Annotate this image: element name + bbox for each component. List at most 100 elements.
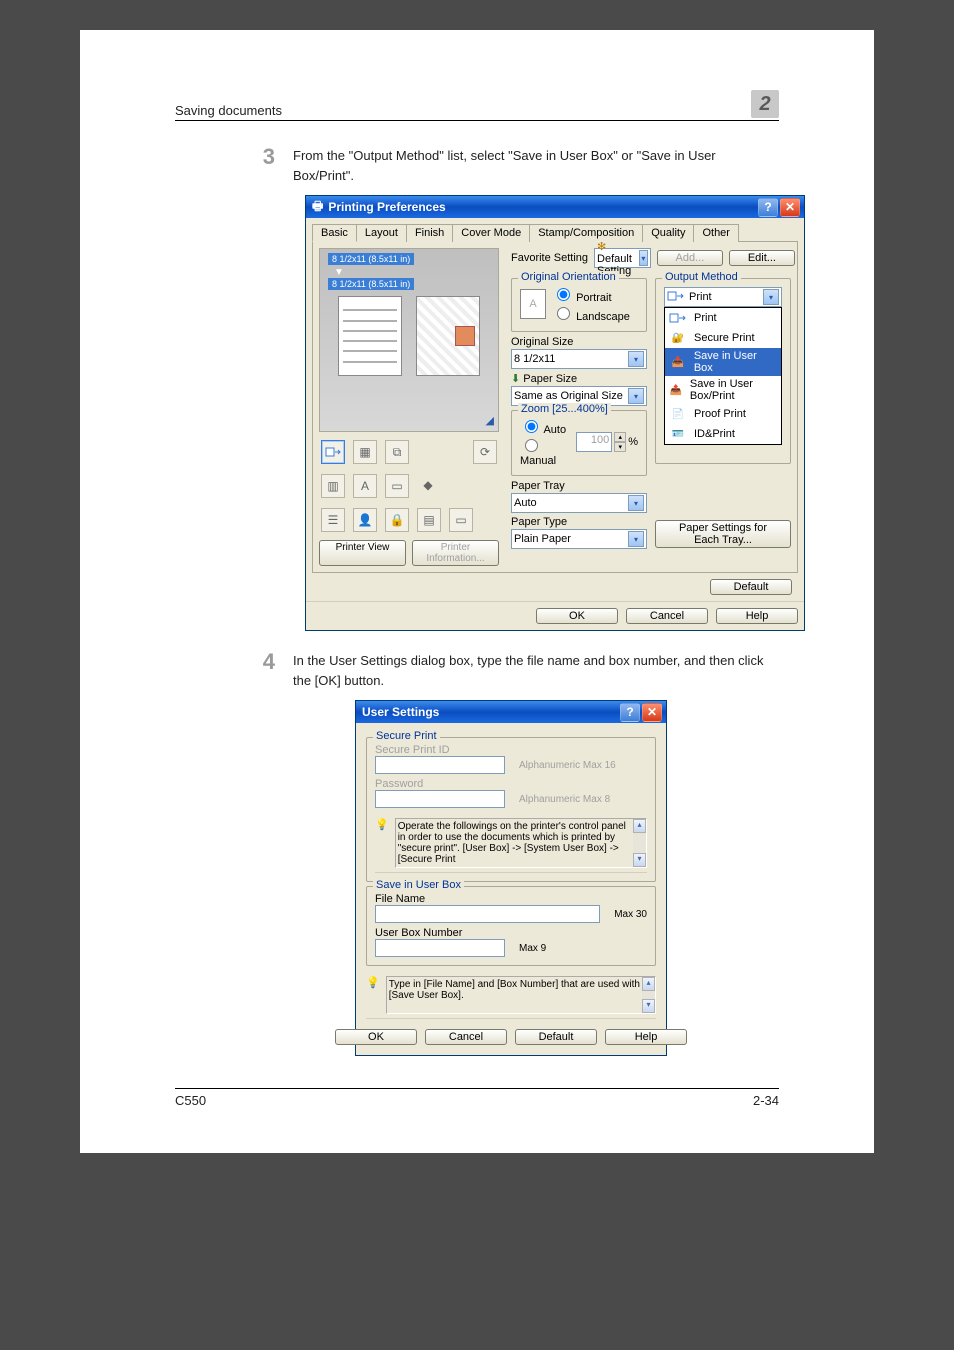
dialog-titlebar[interactable]: 🖶 Printing Preferences ? ✕	[306, 196, 804, 218]
orientation-icon: A	[520, 289, 546, 319]
chevron-down-icon[interactable]: ▾	[763, 289, 779, 305]
original-size-label: Original Size	[511, 336, 647, 348]
zoom-auto-radio[interactable]: Auto	[520, 424, 566, 436]
close-icon[interactable]: ✕	[780, 198, 800, 217]
favorite-setting-label: Favorite Setting	[511, 252, 588, 264]
chevron-down-icon[interactable]: ▾	[639, 250, 648, 266]
chevron-down-icon[interactable]: ▾	[628, 531, 644, 547]
star-icon: ✻	[597, 241, 606, 253]
preview-page-front	[338, 296, 402, 376]
scroll-down-icon[interactable]: ▾	[642, 999, 655, 1013]
scroll-up-icon[interactable]: ▴	[642, 977, 655, 991]
duplex-icon[interactable]: ⧉	[385, 440, 409, 464]
chevron-down-icon[interactable]: ▾	[628, 388, 644, 404]
paper-type-select[interactable]: Plain Paper ▾	[511, 529, 647, 549]
paper-tray-label: Paper Tray	[511, 480, 647, 492]
cancel-button[interactable]: Cancel	[425, 1029, 507, 1045]
output-method-option-id-print[interactable]: 🪪 ID&Print	[665, 424, 781, 444]
printer-view-button[interactable]: Printer View	[319, 540, 406, 566]
document-page: Saving documents 2 3 From the "Output Me…	[80, 30, 874, 1153]
blank-page-icon[interactable]: ▭	[449, 508, 473, 532]
default-button[interactable]: Default	[710, 579, 792, 595]
help-button[interactable]: Help	[605, 1029, 687, 1045]
spin-up-icon: ▴	[614, 432, 626, 442]
output-method-option-secure-print[interactable]: 🔐 Secure Print	[665, 328, 781, 348]
help-icon[interactable]: ?	[620, 703, 640, 722]
help-button[interactable]: Help	[716, 608, 798, 624]
tab-quality[interactable]: Quality	[642, 224, 694, 242]
footer-model: C550	[175, 1093, 206, 1108]
tab-cover-mode[interactable]: Cover Mode	[452, 224, 530, 242]
favorite-edit-button[interactable]: Edit...	[729, 250, 795, 266]
zoom-manual-radio[interactable]: Manual	[520, 443, 556, 467]
cancel-button[interactable]: Cancel	[626, 608, 708, 624]
tab-other[interactable]: Other	[693, 224, 739, 242]
zoom-value-input: 100	[576, 432, 612, 452]
n-up-icon[interactable]: ▦	[353, 440, 377, 464]
step-text: From the "Output Method" list, select "S…	[293, 146, 779, 185]
preview-expand-icon[interactable]: ◢	[486, 414, 494, 427]
tab-stamp-composition[interactable]: Stamp/Composition	[529, 224, 643, 242]
paper-tray-select[interactable]: Auto ▾	[511, 493, 647, 513]
output-method-option-print[interactable]: Print	[665, 308, 781, 328]
save-box-print-icon: 📤	[668, 382, 684, 398]
help-icon[interactable]: ?	[758, 198, 778, 217]
user-box-number-input[interactable]	[375, 939, 505, 957]
scrollbar[interactable]: ▴ ▾	[642, 977, 655, 1013]
original-size-select[interactable]: 8 1/2x11 ▾	[511, 349, 647, 369]
ok-button[interactable]: OK	[536, 608, 618, 624]
step-number: 4	[255, 651, 275, 690]
portrait-radio[interactable]: Portrait	[552, 292, 612, 304]
user-settings-dialog: User Settings ? ✕ Secure Print Secure Pr…	[355, 700, 667, 1056]
calendar-icon	[455, 326, 475, 346]
chevron-down-icon[interactable]: ▾	[628, 351, 644, 367]
book-icon[interactable]: ▥	[321, 474, 345, 498]
ok-button[interactable]: OK	[335, 1029, 417, 1045]
favorite-setting-select[interactable]: ✻ Default Setting ▾	[594, 248, 651, 268]
close-icon[interactable]: ✕	[642, 703, 662, 722]
chevron-down-icon[interactable]: ▾	[628, 495, 644, 511]
printing-preferences-dialog: 🖶 Printing Preferences ? ✕ Basic Layout …	[305, 195, 805, 631]
output-method-select[interactable]: Print ▾ Print 🔐	[664, 287, 782, 307]
scroll-down-icon[interactable]: ▾	[633, 853, 646, 867]
output-method-option-save-in-user-box[interactable]: 📥 Save in User Box	[665, 348, 781, 376]
secure-print-id-label: Secure Print ID	[375, 744, 450, 756]
letter-icon[interactable]: A	[353, 474, 377, 498]
step-text: In the User Settings dialog box, type th…	[293, 651, 779, 690]
color-icon[interactable]: ◆	[417, 474, 439, 496]
print-icon	[667, 289, 685, 306]
tab-bar: Basic Layout Finish Cover Mode Stamp/Com…	[312, 224, 798, 242]
person-icon[interactable]: 👤	[353, 508, 377, 532]
step-number: 3	[255, 146, 275, 185]
file-name-input[interactable]	[375, 905, 600, 923]
scroll-up-icon[interactable]: ▴	[633, 819, 646, 833]
rotate-icon[interactable]: ⟳	[473, 440, 497, 464]
output-icon[interactable]	[321, 440, 345, 464]
user-box-hint: Type in [File Name] and [Box Number] tha…	[386, 976, 656, 1014]
paper-settings-each-tray-button[interactable]: Paper Settings for Each Tray...	[655, 520, 791, 548]
default-button[interactable]: Default	[515, 1029, 597, 1045]
tab-finish[interactable]: Finish	[406, 224, 453, 242]
printer-information-button: Printer Information...	[412, 540, 499, 566]
dialog-titlebar[interactable]: User Settings ? ✕	[356, 701, 666, 723]
scrollbar[interactable]: ▴ ▾	[633, 819, 646, 867]
sheet-icon[interactable]: ▤	[417, 508, 441, 532]
tab-basic[interactable]: Basic	[312, 224, 357, 242]
favorite-add-button: Add...	[657, 250, 723, 266]
stamp-icon[interactable]: ▭	[385, 474, 409, 498]
preview-page-back	[416, 296, 480, 376]
output-method-option-save-in-user-box-print[interactable]: 📤 Save in User Box/Print	[665, 376, 781, 404]
copies-icon[interactable]: ☰	[321, 508, 345, 532]
secure-print-icon: 🔐	[668, 330, 688, 346]
save-box-icon: 📥	[668, 354, 688, 370]
original-orientation-legend: Original Orientation	[518, 271, 619, 283]
output-method-option-proof-print[interactable]: 📄 Proof Print	[665, 404, 781, 424]
output-method-dropdown-list: Print 🔐 Secure Print 📥 Save in User Box	[664, 307, 782, 445]
secure-print-id-note: Alphanumeric Max 16	[519, 760, 616, 771]
lock-icon[interactable]: 🔒	[385, 508, 409, 532]
instruction-step-4: 4 In the User Settings dialog box, type …	[255, 651, 779, 690]
instruction-step-3: 3 From the "Output Method" list, select …	[255, 146, 779, 185]
tab-layout[interactable]: Layout	[356, 224, 407, 242]
landscape-radio[interactable]: Landscape	[552, 311, 630, 323]
secure-print-legend: Secure Print	[373, 730, 440, 742]
